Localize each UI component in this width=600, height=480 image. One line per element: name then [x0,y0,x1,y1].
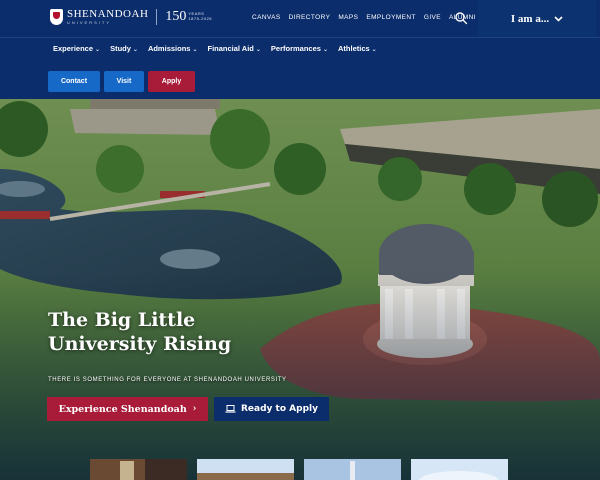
experience-button-label: Experience Shenandoah [58,403,187,415]
apply-button[interactable]: Apply [148,71,195,92]
anniversary-mark: 150 YEARS 1875-2025 [165,9,212,25]
chevron-down-icon: ⌄ [95,47,101,53]
hero-title-line-1: The Big Little [48,309,196,331]
audience-menu-button[interactable]: I am a... [478,0,596,37]
chevron-down-icon [554,15,563,22]
nav-item-athletics[interactable]: Athletics ⌄ [338,44,377,53]
apply-button-label: Ready to Apply [241,404,318,414]
experience-shenandoah-button[interactable]: Experience Shenandoah › [47,397,208,421]
cta-buttons: Contact Visit Apply [48,71,199,92]
shield-logo-icon [50,9,63,25]
main-navigation: Experience ⌄ Study ⌄ Admissions ⌄ Financial… [0,37,600,99]
feature-cards-row [90,459,518,480]
search-icon [455,12,468,25]
feature-card-image[interactable] [411,459,508,480]
campus-aerial-image [0,99,600,480]
chevron-down-icon: ⌄ [371,47,377,53]
logo-divider [156,9,158,25]
utility-link-maps[interactable]: MAPS [338,14,358,21]
logo-wordmark: SHENANDOAH [67,8,149,20]
utility-bar: SHENANDOAH UNIVERSITY 150 YEARS 1875-202… [0,0,600,37]
chevron-down-icon: ⌄ [132,47,138,53]
audience-menu-label: I am a... [510,12,550,25]
utility-link-employment[interactable]: EMPLOYMENT [366,14,416,21]
laptop-icon [225,405,236,413]
hero-banner: The Big Little University Rising THERE I… [0,99,600,480]
logo-subtitle: UNIVERSITY [67,20,112,25]
hero-title-line-2: University Rising [48,332,232,355]
visit-button[interactable]: Visit [104,71,144,92]
chevron-down-icon: ⌄ [255,47,261,53]
utility-link-give[interactable]: GIVE [424,14,441,21]
hero-subtitle: THERE IS SOMETHING FOR EVERYONE AT SHENA… [48,377,287,383]
feature-card-image[interactable] [304,459,401,480]
anniversary-number: 150 [165,9,187,24]
feature-card-image[interactable] [90,459,187,480]
contact-button[interactable]: Contact [48,71,100,92]
nav-item-experience[interactable]: Experience ⌄ [53,44,100,53]
nav-item-performances[interactable]: Performances ⌄ [271,44,328,53]
nav-item-study[interactable]: Study ⌄ [110,44,138,53]
arrow-right-icon: › [192,404,197,414]
ready-to-apply-button[interactable]: Ready to Apply [214,397,329,421]
utility-link-directory[interactable]: DIRECTORY [289,14,331,21]
anniversary-range: 1875-2025 [188,16,213,21]
university-logo[interactable]: SHENANDOAH UNIVERSITY 150 YEARS 1875-202… [50,9,212,25]
chevron-down-icon: ⌄ [322,47,328,53]
utility-link-canvas[interactable]: CANVAS [252,14,281,21]
utility-links: CANVAS DIRECTORY MAPS EMPLOYMENT GIVE AL… [252,14,484,21]
feature-card-image[interactable] [197,459,294,480]
hero-title: The Big Little University Rising [48,309,231,357]
nav-item-financial-aid[interactable]: Financial Aid ⌄ [207,44,260,53]
nav-item-admissions[interactable]: Admissions ⌄ [148,44,198,53]
search-button[interactable] [454,11,468,25]
chevron-down-icon: ⌄ [192,47,198,53]
